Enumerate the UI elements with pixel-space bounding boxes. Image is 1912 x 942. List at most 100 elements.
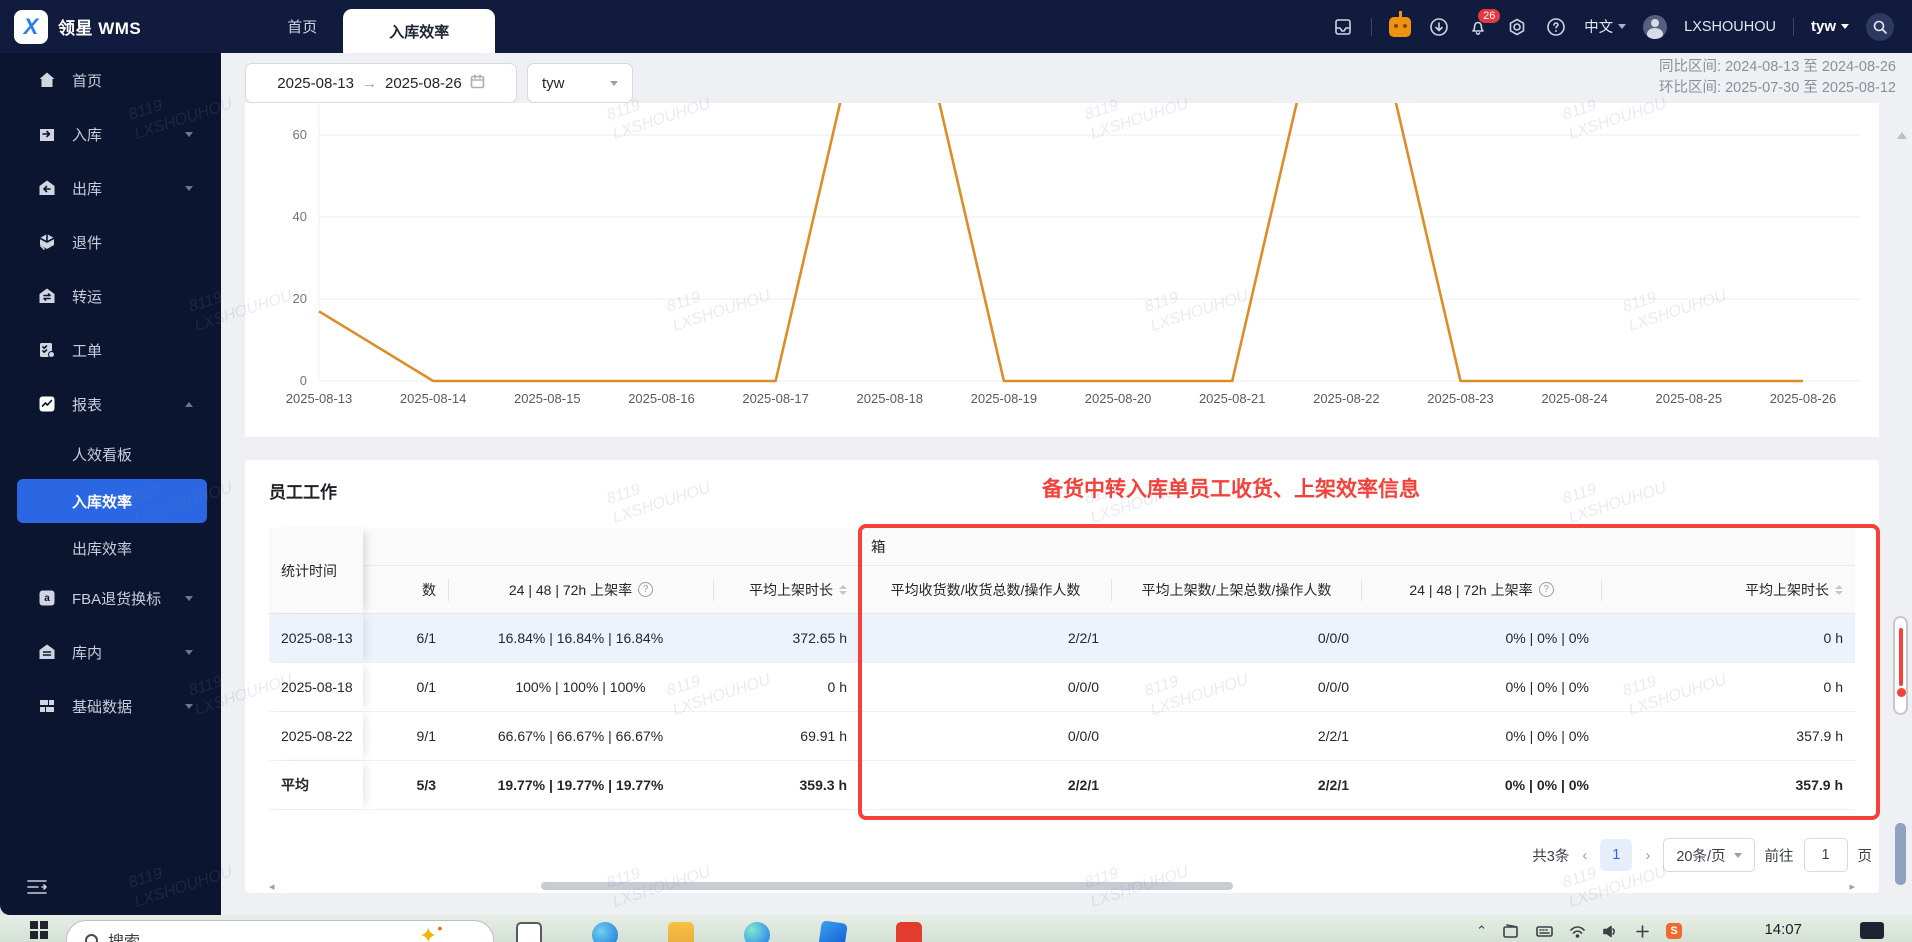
sidebar-item-transfer[interactable]: 转运 xyxy=(0,269,221,323)
robot-assistant-icon[interactable] xyxy=(1389,10,1412,38)
rewards-star-icon: ✦ xyxy=(419,923,442,942)
app-icon-2[interactable] xyxy=(592,922,618,942)
scrollbar-up-arrow[interactable] xyxy=(1897,132,1907,139)
warehouse-icon xyxy=(36,641,58,663)
svg-text:40: 40 xyxy=(293,209,307,224)
help-icon[interactable]: ? xyxy=(1538,582,1554,597)
col-box-shelf: 平均上架数/上架总数/操作人数 xyxy=(1111,578,1361,601)
inbound-box-icon xyxy=(36,123,58,145)
language-switch[interactable]: 中文 xyxy=(1584,16,1627,37)
sidebar-item-base-data[interactable]: 基础数据 xyxy=(0,679,221,733)
browser-app-window: X 领星 WMS 首页 入库效率 26 中文 LXSHOUHOU tyw 首页 … xyxy=(0,0,1912,915)
vertical-scrollbar-thumb[interactable] xyxy=(1895,823,1906,885)
warehouse-select[interactable]: tyw xyxy=(527,63,633,103)
tray-app-icon[interactable]: S xyxy=(1666,923,1682,939)
search-placeholder: 搜索 xyxy=(108,928,140,942)
table-row[interactable]: 2025-08-13 6/1 16.84% | 16.84% | 16.84% … xyxy=(269,614,1855,663)
brand-title: 领星 WMS xyxy=(58,19,142,38)
scrollbar-thumb[interactable] xyxy=(541,882,1233,890)
app-icon-4[interactable] xyxy=(896,922,922,942)
table-row[interactable]: 2025-08-18 0/1 100% | 100% | 100% 0 h 0/… xyxy=(269,663,1855,712)
avatar[interactable] xyxy=(1643,14,1668,39)
edge-icon[interactable] xyxy=(744,922,770,942)
red-annotation-text: 备货中转入库单员工收货、上架效率信息 xyxy=(1042,478,1420,501)
svg-text:60: 60 xyxy=(293,127,307,142)
start-button-icon[interactable] xyxy=(30,921,48,939)
date-range-picker[interactable]: 2025-08-13 → 2025-08-26 xyxy=(245,63,517,103)
nav-tabs: 首页 入库效率 xyxy=(261,0,496,53)
sidebar: 首页 入库 出库 退件 转运 工单 报表 人效看板 入库效率 出库效率 a FB… xyxy=(0,53,221,915)
scroll-left-icon[interactable]: ◂ xyxy=(269,880,275,893)
sidebar-collapse-icon[interactable] xyxy=(26,878,48,901)
download-icon[interactable] xyxy=(1428,16,1450,38)
horizontal-scrollbar[interactable]: ◂ ▸ xyxy=(269,880,1855,893)
tray-pen-icon[interactable] xyxy=(1503,923,1520,939)
chevron-down-icon xyxy=(1618,24,1627,29)
chevron-down-icon xyxy=(1841,24,1849,29)
sidebar-item-outbound[interactable]: 出库 xyxy=(0,161,221,215)
tray-volume-icon[interactable] xyxy=(1602,924,1619,939)
tray-wifi-icon[interactable] xyxy=(1569,924,1586,939)
svg-text:2025-08-14: 2025-08-14 xyxy=(400,391,467,406)
goto-label: 前往 xyxy=(1764,848,1794,865)
settings-icon[interactable] xyxy=(1506,16,1528,38)
page-number-button[interactable]: 1 xyxy=(1600,839,1633,871)
inbox-icon[interactable] xyxy=(1332,16,1354,38)
sidebar-item-fba-relabel[interactable]: a FBA退货换标 xyxy=(0,571,221,625)
goto-page-input[interactable]: 1 xyxy=(1803,838,1848,872)
svg-text:2025-08-25: 2025-08-25 xyxy=(1656,391,1723,406)
search-icon[interactable] xyxy=(1866,12,1894,41)
sidebar-item-outbound-efficiency[interactable]: 出库效率 xyxy=(0,525,221,571)
svg-text:a: a xyxy=(44,593,50,604)
sidebar-item-inbound-efficiency[interactable]: 入库效率 xyxy=(17,479,207,523)
search-icon xyxy=(85,933,98,942)
tab-home[interactable]: 首页 xyxy=(261,0,343,53)
app-icon-1[interactable] xyxy=(516,922,542,942)
help-icon[interactable] xyxy=(1545,16,1567,38)
next-page-button[interactable]: › xyxy=(1642,847,1653,864)
chart-canvas: 0 20 40 60 2025-08-13 2025-08-14 2025-08-15 202… xyxy=(286,103,1861,406)
tab-inbound-efficiency[interactable]: 入库效率 xyxy=(343,9,496,53)
return-package-icon xyxy=(36,231,58,253)
divider xyxy=(1792,17,1794,36)
tray-chevron-up-icon[interactable]: ⌃ xyxy=(1476,923,1487,939)
tray-keyboard-icon[interactable] xyxy=(1536,924,1553,939)
top-bar: X 领星 WMS 首页 入库效率 26 中文 LXSHOUHOU tyw xyxy=(0,0,1912,53)
svg-text:2025-08-21: 2025-08-21 xyxy=(1199,391,1266,406)
page-size-select[interactable]: 20条/页 xyxy=(1663,838,1755,872)
folder-icon[interactable] xyxy=(668,922,694,942)
sidebar-item-returns[interactable]: 退件 xyxy=(0,215,221,269)
col-shelf-duration[interactable]: 平均上架时长 xyxy=(713,578,859,601)
col-shelf-rate[interactable]: 24 | 48 | 72h 上架率? xyxy=(448,578,713,601)
notification-bell-icon[interactable]: 26 xyxy=(1467,8,1501,38)
sidebar-item-warehouse-internal[interactable]: 库内 xyxy=(0,625,221,679)
warehouse-switcher[interactable]: tyw xyxy=(1811,18,1849,35)
app-icon-3[interactable] xyxy=(818,920,848,942)
table-row[interactable]: 2025-08-22 9/1 66.67% | 66.67% | 66.67% … xyxy=(269,712,1855,761)
annotation-scroll-marker xyxy=(1893,616,1908,715)
sidebar-item-inbound[interactable]: 入库 xyxy=(0,107,221,161)
sidebar-item-reports[interactable]: 报表 xyxy=(0,377,221,431)
report-chart-icon xyxy=(36,393,58,415)
sidebar-item-hr-dashboard[interactable]: 人效看板 xyxy=(0,431,221,477)
sidebar-item-home[interactable]: 首页 xyxy=(0,53,221,107)
notification-badge: 26 xyxy=(1478,8,1501,23)
username-label: LXSHOUHOU xyxy=(1684,18,1776,35)
sidebar-item-workorder[interactable]: 工单 xyxy=(0,323,221,377)
col-box-duration[interactable]: 平均上架时长 xyxy=(1601,578,1855,601)
tray-battery-icon[interactable] xyxy=(1635,924,1650,939)
svg-text:2025-08-23: 2025-08-23 xyxy=(1427,391,1494,406)
prev-page-button[interactable]: ‹ xyxy=(1579,847,1590,864)
help-icon[interactable]: ? xyxy=(638,582,654,597)
sort-icon[interactable] xyxy=(1835,584,1843,595)
scroll-right-icon[interactable]: ▸ xyxy=(1849,880,1855,893)
col-box-rate[interactable]: 24 | 48 | 72h 上架率? xyxy=(1361,578,1601,601)
mom-range-label: 环比区间: 2025-07-30 至 2025-08-12 xyxy=(1659,80,1896,96)
svg-text:2025-08-19: 2025-08-19 xyxy=(971,391,1038,406)
notification-center-button[interactable] xyxy=(1860,922,1884,939)
sort-icon[interactable] xyxy=(839,584,847,595)
taskbar-clock[interactable]: 14:07 xyxy=(1764,921,1802,938)
system-tray[interactable]: ⌃ S xyxy=(1476,923,1682,939)
taskbar-search-box[interactable]: 搜索 ✦ xyxy=(66,920,494,942)
chevron-down-icon xyxy=(1733,852,1742,858)
